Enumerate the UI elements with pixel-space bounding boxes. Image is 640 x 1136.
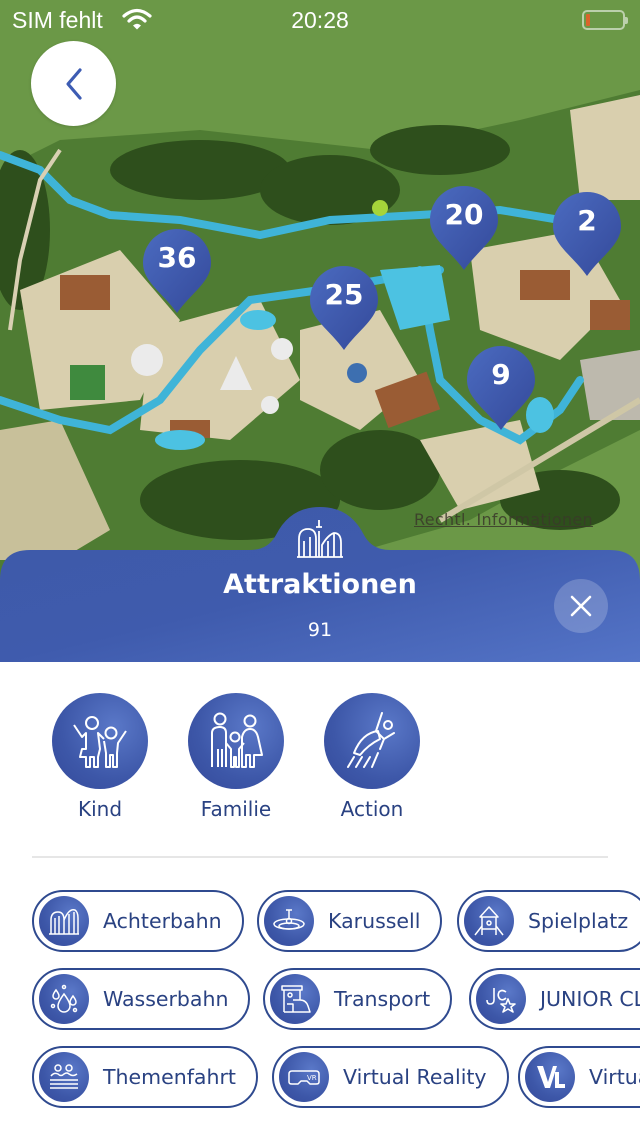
chip-virtual-line[interactable]: Virtual Line	[518, 1046, 640, 1108]
pin-count: 20	[444, 198, 484, 231]
map-pin-cluster[interactable]: 25	[308, 264, 380, 352]
chip-label: Themenfahrt	[103, 1065, 236, 1089]
pin-count: 36	[157, 241, 197, 274]
chip-karussell[interactable]: Karussell	[257, 890, 443, 952]
close-icon	[570, 595, 592, 617]
pin-count: 9	[491, 358, 511, 391]
close-button[interactable]	[554, 579, 608, 633]
chip-spielplatz[interactable]: Spielplatz	[457, 890, 640, 952]
virtual-line-icon	[525, 1052, 575, 1102]
map-pin-cluster[interactable]: 2	[551, 190, 623, 278]
kids-icon	[73, 716, 127, 768]
chip-label: Karussell	[328, 909, 421, 933]
chip-virtual-reality[interactable]: VR Virtual Reality	[272, 1046, 509, 1108]
chevron-left-icon	[65, 67, 82, 100]
chip-label: Virtual Reality	[343, 1065, 487, 1089]
roller-coaster-icon	[296, 517, 344, 563]
roller-coaster-icon	[39, 896, 89, 946]
filter-label: Kind	[77, 797, 123, 821]
chip-label: Virtual Line	[589, 1065, 640, 1089]
attraction-count: 91	[307, 619, 333, 641]
chip-themenfahrt[interactable]: Themenfahrt	[32, 1046, 258, 1108]
junior-club-icon	[476, 974, 526, 1024]
category-sheet-header: Attraktionen 91	[0, 505, 640, 662]
filter-label: Familie	[200, 797, 272, 821]
playground-icon	[464, 896, 514, 946]
carousel-icon	[264, 896, 314, 946]
status-bar: SIM fehlt 20:28	[0, 0, 640, 40]
map-pin-cluster[interactable]: 36	[141, 227, 213, 315]
filter-kind[interactable]: Kind	[40, 693, 160, 821]
battery-icon	[582, 10, 628, 30]
chip-label: Achterbahn	[103, 909, 222, 933]
chip-label: Wasserbahn	[103, 987, 229, 1011]
chip-junior-club[interactable]: JUNIOR CLUB	[469, 968, 640, 1030]
chip-label: JUNIOR CLUB	[540, 987, 640, 1011]
audience-filters: Kind Familie Action	[0, 693, 640, 833]
chip-achterbahn[interactable]: Achterbahn	[32, 890, 244, 952]
filter-label: Action	[340, 797, 404, 821]
svg-text:VR: VR	[307, 1074, 317, 1082]
chip-label: Spielplatz	[528, 909, 629, 933]
filter-action[interactable]: Action	[312, 693, 432, 821]
themed-ride-icon	[39, 1052, 89, 1102]
status-time: 20:28	[291, 7, 349, 33]
transport-icon	[270, 974, 320, 1024]
pin-count: 25	[324, 278, 364, 311]
map-pin-cluster[interactable]: 9	[465, 344, 537, 432]
action-icon	[347, 712, 395, 768]
sheet-title: Attraktionen	[223, 569, 417, 600]
water-drops-icon	[39, 974, 89, 1024]
map-pin-cluster[interactable]: 20	[428, 184, 500, 272]
back-button[interactable]	[31, 41, 116, 126]
section-divider	[32, 856, 608, 858]
vr-headset-icon: VR	[279, 1052, 329, 1102]
chip-wasserbahn[interactable]: Wasserbahn	[32, 968, 251, 1030]
chip-transport[interactable]: Transport	[263, 968, 453, 1030]
pin-count: 2	[577, 204, 597, 237]
family-icon	[211, 712, 263, 768]
filter-familie[interactable]: Familie	[176, 693, 296, 821]
chip-label: Transport	[334, 987, 431, 1011]
